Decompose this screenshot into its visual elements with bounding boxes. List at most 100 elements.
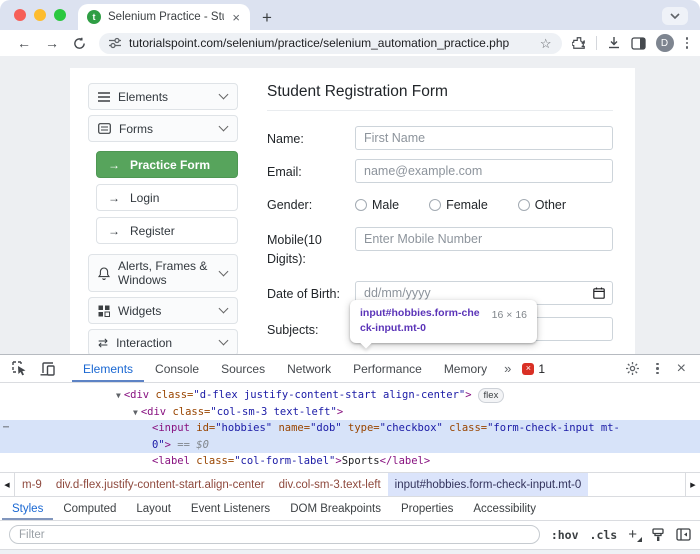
breadcrumb-item[interactable]: div.col-sm-3.text-left [272,473,388,496]
dom-tree-line[interactable]: <label class="col-form-label">Sports</la… [0,453,700,470]
devtools-close-icon[interactable]: × [669,361,694,377]
devtools-tabs: ElementsConsoleSourcesNetworkPerformance… [72,355,498,382]
styles-tab-dom-breakpoints[interactable]: DOM Breakpoints [280,497,391,520]
address-bar[interactable]: tutorialspoint.com/selenium/practice/sel… [99,33,562,54]
gender-option-female: Female [429,196,488,215]
zoom-window-button[interactable] [54,9,66,21]
more-tabs-icon[interactable]: » [498,355,516,382]
forward-icon[interactable]: → [45,36,59,50]
tab-search-button[interactable] [662,7,688,25]
dom-tree-line[interactable]: ⋯<input id="hobbies" name="dob" type="ch… [0,420,700,437]
breadcrumb-item[interactable]: input#hobbies.form-check-input.mt-0 [388,473,589,496]
toggle-class-button[interactable]: .cls [590,528,618,542]
dom-token: type= [348,422,380,434]
toggle-hover-state-button[interactable]: :hov [551,528,579,542]
mobile-label: Mobile(10 Digits): [267,227,355,269]
sidebar-item-forms[interactable]: Forms [88,115,238,142]
toolbar-divider [596,36,597,50]
devtools-tab-sources[interactable]: Sources [210,355,276,382]
dob-label: Date of Birth: [267,281,355,305]
dom-token: <div [124,389,149,401]
tooltip-selector: input#hobbies.form-check-input.mt-0 [360,306,482,336]
devtools-menu-icon[interactable] [650,363,665,375]
calendar-icon[interactable] [593,287,605,299]
sidebar-link-practice-form[interactable]: → Practice Form [96,151,238,178]
option-label: Female [446,198,488,212]
styles-tab-styles[interactable]: Styles [2,497,53,520]
dom-tree-line[interactable]: ▼<div class="d-flex justify-content-star… [0,387,700,404]
sidebar-link-login[interactable]: → Login [96,184,238,211]
male-radio[interactable] [355,199,367,211]
styles-tab-layout[interactable]: Layout [126,497,181,520]
devtools-tab-network[interactable]: Network [276,355,342,382]
other-radio[interactable] [518,199,530,211]
chevron-down-icon [219,266,229,276]
registration-form: Student Registration Form Name: Email: G… [267,83,613,354]
site-favicon-icon: t [87,10,101,24]
new-tab-button[interactable]: + [262,9,272,26]
page-viewport: Elements Forms → Practice Form [0,56,700,354]
option-label: Male [372,198,399,212]
back-icon[interactable]: ← [17,36,31,50]
name-label: Name: [267,126,355,150]
dom-tree-line[interactable]: ▼<div class="col-sm-3 text-left"> [0,404,700,421]
reload-icon[interactable] [73,37,86,50]
minimize-window-button[interactable] [34,9,46,21]
sidebar-item-alerts-frames-windows[interactable]: Alerts, Frames & Windows [88,254,238,292]
sidebar-item-label: Forms [119,122,212,136]
crumb-scroll-right-icon[interactable]: ▶ [685,473,700,496]
close-window-button[interactable] [14,9,26,21]
styles-filter-input[interactable] [9,525,540,544]
dom-token: class= [155,389,193,401]
dom-line-menu-icon[interactable]: ⋯ [3,420,10,437]
profile-avatar[interactable]: D [656,34,674,52]
devtools-toolbar-right: × [619,355,694,382]
forms-submenu: → Practice Form → Login → Register [96,151,238,244]
device-toolbar-icon[interactable] [34,355,62,382]
bookmark-star-icon[interactable]: ☆ [540,37,552,50]
devtools-tab-performance[interactable]: Performance [342,355,433,382]
sidebar-item-label: Widgets [118,304,212,318]
dom-tree-line[interactable]: 0"> == $0 [0,437,700,454]
tab-close-icon[interactable]: × [231,11,241,24]
female-radio[interactable] [429,199,441,211]
devtools-tab-elements[interactable]: Elements [72,355,144,382]
rendering-brush-icon[interactable] [651,528,665,542]
dom-token: <label [152,455,190,467]
arrow-right-icon: → [108,191,120,205]
dom-token: "form-check-input mt- [487,422,620,434]
sidebar-item-widgets[interactable]: Widgets [88,297,238,324]
styles-tab-computed[interactable]: Computed [53,497,126,520]
breadcrumb-item[interactable]: div.d-flex.justify-content-start.align-c… [49,473,272,496]
error-indicator[interactable]: × 1 [516,355,551,382]
devtools-bottom-strip [0,549,700,554]
settings-gear-icon[interactable] [619,361,646,376]
styles-tab-properties[interactable]: Properties [391,497,463,520]
crumb-scroll-left-icon[interactable]: ◀ [0,473,15,496]
inspect-element-icon[interactable] [6,355,34,382]
devtools-tab-console[interactable]: Console [144,355,210,382]
toggle-sidebar-icon[interactable] [676,528,691,541]
browser-menu-icon[interactable] [684,37,691,49]
dom-token: </label> [380,455,431,467]
tab-title: Selenium Practice - Student F [108,11,224,23]
arrow-right-icon: → [108,224,120,238]
styles-tab-accessibility[interactable]: Accessibility [463,497,546,520]
new-style-rule-icon[interactable]: + [628,527,637,542]
download-icon[interactable] [607,36,621,50]
breadcrumb-item[interactable]: m-9 [15,473,49,496]
sidebar-item-interaction[interactable]: ⇄ Interaction [88,329,238,354]
mobile-input[interactable] [355,227,613,251]
styles-tab-event-listeners[interactable]: Event Listeners [181,497,280,520]
side-panel-icon[interactable] [631,37,646,50]
devtools-tab-memory[interactable]: Memory [433,355,498,382]
arrow-right-icon: → [108,158,120,172]
name-input[interactable] [355,126,613,150]
email-input[interactable] [355,159,613,183]
browser-tab[interactable]: t Selenium Practice - Student F × [78,4,250,30]
dom-token: "d-flex justify-content-start align-cent… [193,389,465,401]
extensions-icon[interactable] [572,36,586,50]
sidebar-item-elements[interactable]: Elements [88,83,238,110]
breadcrumb-list: m-9div.d-flex.justify-content-start.alig… [15,473,588,496]
sidebar-link-register[interactable]: → Register [96,217,238,244]
